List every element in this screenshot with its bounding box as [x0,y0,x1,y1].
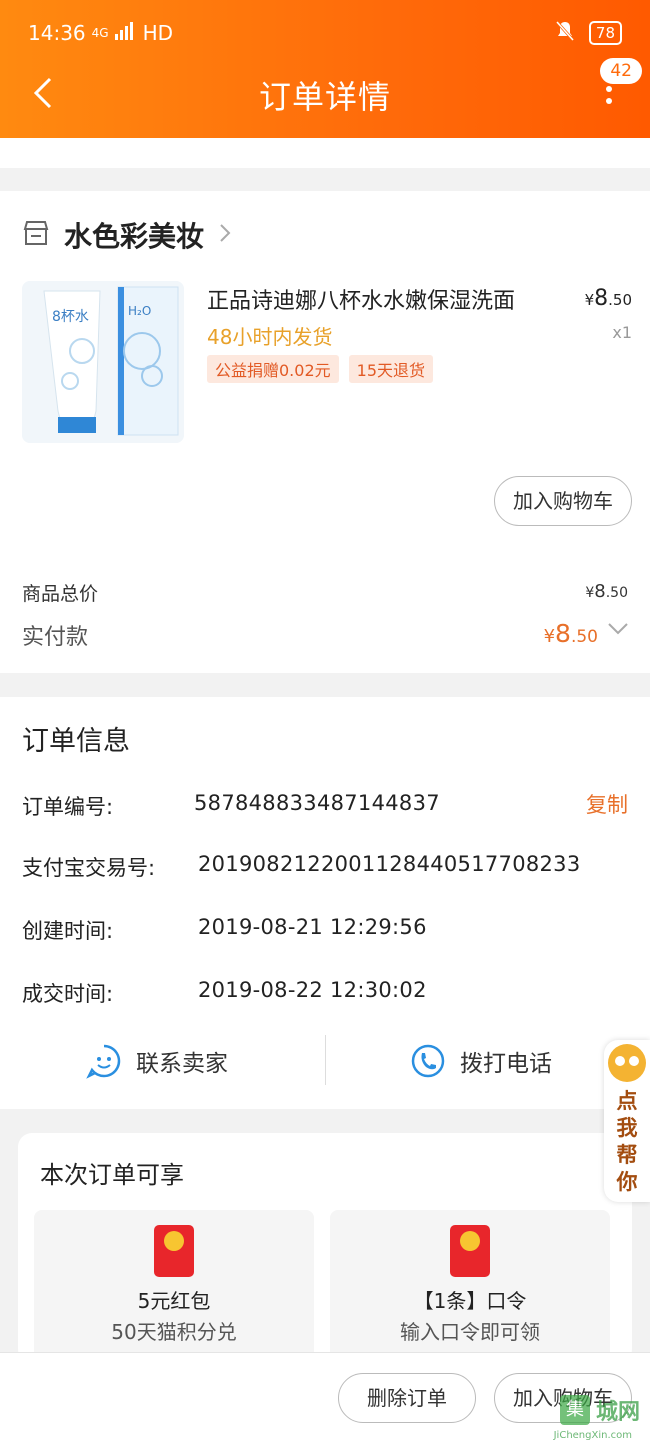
top-strip [0,138,650,168]
call-label: 拨打电话 [460,1051,552,1077]
phone-icon [411,1044,445,1078]
shop-header[interactable]: 水色彩美妆 [22,215,232,255]
coupon-password[interactable]: 【1条】口令 输入口令即可领 [330,1210,610,1360]
paid-decimal: .50 [570,627,598,647]
call-button[interactable]: 拨打电话 [410,1043,552,1079]
red-envelope-icon [450,1225,490,1277]
total-value: ¥8.50 [585,581,628,602]
product-quantity: x1 [612,323,632,342]
red-envelope-icon [154,1225,194,1277]
mascot-icon [608,1044,646,1082]
currency-symbol: ¥ [585,585,595,601]
charity-tag: 公益捐赠0.02元 [207,355,339,383]
created-time-value: 2019-08-21 12:29:56 [198,915,427,939]
watermark-text: 城网 [595,1400,640,1425]
help-text: 点我帮你 [604,1088,650,1196]
battery-icon: 78 [588,21,622,45]
dot-icon [606,98,612,104]
header-bar: 14:36 4G HD 78 订单详情 42 [0,0,650,138]
chat-face-icon [86,1044,121,1079]
signal-icon [114,21,137,45]
dot-icon [606,86,612,92]
deal-time-label: 成交时间: [22,982,114,1006]
add-to-cart-button[interactable]: 加入购物车 [494,476,632,526]
product-tags: 公益捐赠0.02元 15天退货 [207,355,434,383]
coupon-desc: 50天猫积分兑 [111,1320,237,1344]
order-info-title: 订单信息 [22,726,130,757]
paid-value: ¥8.50 [544,619,598,648]
network-type: 4G [91,26,109,40]
product-image-label: 8杯水 [52,309,89,325]
return-tag: 15天退货 [348,355,434,383]
status-time: 14:36 [28,21,86,45]
chevron-down-icon[interactable] [606,621,630,641]
product-image[interactable]: 8杯水 H₂O [22,281,184,443]
page-title: 订单详情 [258,78,391,116]
coupon-red-packet[interactable]: 5元红包 50天猫积分兑 [34,1210,314,1360]
coupon-desc: 输入口令即可领 [400,1320,540,1344]
svg-text:H₂O: H₂O [128,304,151,318]
deal-time-value: 2019-08-22 12:30:02 [198,978,427,1002]
order-no-value: 587848833487144837 [194,791,440,815]
total-label: 商品总价 [22,583,99,605]
watermark: 集 城网 [559,1394,640,1426]
currency-symbol: ¥ [584,291,595,309]
coupon-name: 【1条】口令 [413,1289,527,1313]
watermark-url: JiChengXin.com [553,1430,632,1441]
total-decimal: .50 [605,585,628,601]
created-time-label: 创建时间: [22,919,114,943]
paid-label: 实付款 [22,625,89,650]
benefits-card: 本次订单可享 5元红包 50天猫积分兑 【1条】口令 输入口令即可领 [18,1133,632,1363]
mute-icon [555,20,575,47]
shop-card: 水色彩美妆 8杯水 H₂O 正品诗迪娜八杯水水嫩保湿洗面 48小时内发货 公益捐… [0,191,650,673]
paid-main: 8 [555,619,571,648]
watermark-logo: 集 [559,1395,590,1425]
copy-button[interactable]: 复制 [586,789,628,819]
order-info-card: 订单信息 订单编号: 587848833487144837 复制 支付宝交易号:… [0,697,650,1109]
message-badge[interactable]: 42 [600,58,642,84]
coupon-name: 5元红包 [137,1289,211,1313]
store-icon [22,220,50,250]
currency-symbol: ¥ [543,626,556,647]
help-float-button[interactable]: 点我帮你 [604,1040,650,1202]
more-menu-button[interactable] [606,86,612,112]
benefits-title: 本次订单可享 [40,1161,184,1189]
product-price: ¥8.50 [585,286,632,311]
alipay-no-value: 2019082122001128440517708233 [198,852,581,876]
price-decimal: .50 [608,291,632,309]
shop-name: 水色彩美妆 [64,220,205,253]
contact-seller-button[interactable]: 联系卖家 [86,1043,228,1079]
shipping-note: 48小时内发货 [207,325,333,349]
status-bar: 14:36 4G HD [28,20,173,46]
contact-seller-label: 联系卖家 [136,1051,228,1077]
bottom-action-bar: 删除订单 加入购物车 [0,1352,650,1444]
total-main: 8 [594,581,606,602]
price-main: 8 [594,286,609,311]
chevron-right-icon [218,222,232,248]
product-title[interactable]: 正品诗迪娜八杯水水嫩保湿洗面 [207,283,515,315]
order-no-label: 订单编号: [22,795,114,819]
hd-label: HD [142,21,174,45]
status-right: 78 [555,20,622,46]
help-label: 点我帮你 [616,1089,638,1194]
divider [325,1035,326,1085]
delete-order-button[interactable]: 删除订单 [338,1373,476,1423]
alipay-no-label: 支付宝交易号: [22,856,156,880]
contact-row: 联系卖家 拨打电话 [0,1035,650,1087]
